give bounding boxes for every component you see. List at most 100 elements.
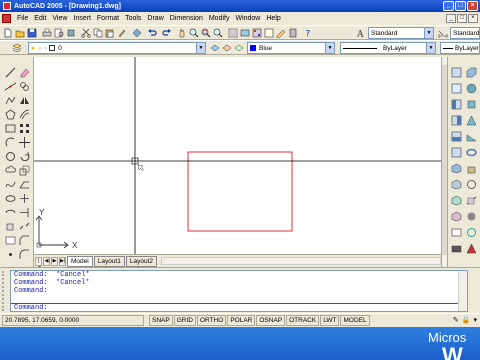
chevron-down-icon[interactable]: ▼ (426, 43, 435, 53)
tab-next-button[interactable]: ▶ (51, 256, 58, 266)
drawn-rectangle[interactable] (187, 151, 293, 232)
layer-manager-icon[interactable] (12, 43, 22, 53)
offset-icon[interactable] (19, 109, 30, 120)
trim-icon[interactable] (19, 193, 30, 204)
polygon-icon[interactable] (5, 109, 16, 120)
view-top-icon[interactable] (451, 67, 462, 78)
line-icon[interactable] (5, 67, 16, 78)
undo-icon[interactable] (147, 28, 157, 38)
tab-layout1[interactable]: Layout1 (93, 255, 125, 267)
status-menu-icon[interactable]: ▾ (473, 316, 477, 324)
print-icon[interactable] (42, 28, 52, 38)
tab-layout2[interactable]: Layout2 (125, 255, 157, 267)
revolve-icon[interactable] (466, 179, 477, 190)
sphere-icon[interactable] (466, 83, 477, 94)
menu-file[interactable]: File (14, 15, 31, 22)
menu-window[interactable]: Window (232, 15, 263, 22)
menu-view[interactable]: View (49, 15, 70, 22)
communication-center-icon[interactable]: ✎ (453, 316, 459, 324)
copy-icon[interactable] (93, 28, 103, 38)
model-toggle[interactable]: MODEL (340, 315, 370, 326)
minimize-button[interactable]: _ (443, 1, 454, 11)
zoom-realtime-icon[interactable] (189, 28, 199, 38)
command-scrollbar[interactable] (458, 271, 467, 311)
layer-previous-icon[interactable] (222, 43, 232, 53)
slice-icon[interactable] (466, 195, 477, 206)
view-back-icon[interactable] (451, 147, 462, 158)
rectangle-icon[interactable] (5, 123, 16, 134)
paste-icon[interactable] (105, 28, 115, 38)
dim-style-icon[interactable] (438, 28, 448, 38)
horizontal-scrollbar[interactable] (161, 257, 441, 265)
chevron-down-icon[interactable]: ▼ (196, 43, 205, 53)
plot-preview-icon[interactable] (54, 28, 64, 38)
point-icon[interactable] (5, 249, 16, 260)
layer-states-icon[interactable] (234, 43, 244, 53)
document-icon[interactable] (2, 14, 11, 23)
view-sw-iso-icon[interactable] (451, 163, 462, 174)
command-window-grip[interactable] (2, 271, 8, 311)
shade-icon[interactable] (466, 211, 477, 222)
view-right-icon[interactable] (451, 115, 462, 126)
text-style-icon[interactable]: A (356, 28, 366, 38)
orbit-icon[interactable] (466, 227, 477, 238)
doc-restore-button[interactable]: □ (457, 14, 467, 23)
design-center-icon[interactable] (240, 28, 250, 38)
circle-icon[interactable] (5, 151, 16, 162)
chamfer-icon[interactable] (19, 235, 30, 246)
chevron-down-icon[interactable]: ▼ (424, 28, 433, 38)
copy-object-icon[interactable] (19, 81, 30, 92)
tab-last-button[interactable]: ▶| (59, 256, 66, 266)
cone-icon[interactable] (466, 115, 477, 126)
coordinates-display[interactable]: 20.7895, 17.0659, 0.0000 (2, 315, 144, 326)
linetype-dropdown[interactable]: ByLayer ▼ (340, 42, 436, 54)
break-icon[interactable] (19, 221, 30, 232)
render-icon[interactable] (466, 243, 477, 254)
named-views-icon[interactable] (451, 227, 462, 238)
new-icon[interactable] (3, 28, 13, 38)
view-bottom-icon[interactable] (451, 83, 462, 94)
menu-draw[interactable]: Draw (144, 15, 166, 22)
tool-palettes-icon[interactable] (252, 28, 262, 38)
lineweight-dropdown[interactable]: ByLayer (440, 42, 480, 54)
view-se-iso-icon[interactable] (451, 179, 462, 190)
markup-icon[interactable] (276, 28, 286, 38)
insert-block-icon[interactable] (5, 221, 16, 232)
otrack-toggle[interactable]: OTRACK (286, 315, 320, 326)
tab-model[interactable]: Model (67, 255, 93, 267)
lwt-toggle[interactable]: LWT (320, 315, 340, 326)
toolbar-lock-icon[interactable]: 🔒 (462, 316, 471, 324)
move-icon[interactable] (19, 137, 30, 148)
zoom-window-icon[interactable] (201, 28, 211, 38)
mirror-icon[interactable] (19, 95, 30, 106)
revision-cloud-icon[interactable] (5, 165, 16, 176)
extrude-icon[interactable] (466, 163, 477, 174)
cut-icon[interactable] (81, 28, 91, 38)
match-properties-icon[interactable] (117, 28, 127, 38)
erase-icon[interactable] (19, 67, 30, 78)
view-ne-iso-icon[interactable] (451, 195, 462, 206)
arc-icon[interactable] (5, 137, 16, 148)
camera-icon[interactable] (451, 243, 462, 254)
scale-icon[interactable] (19, 165, 30, 176)
make-block-icon[interactable] (5, 235, 16, 246)
grid-toggle[interactable]: GRID (173, 315, 196, 326)
snap-toggle[interactable]: SNAP (149, 315, 173, 326)
help-icon[interactable]: ? (303, 28, 313, 39)
array-icon[interactable] (19, 123, 30, 134)
menu-dimension[interactable]: Dimension (167, 15, 206, 22)
menu-help[interactable]: Help (263, 15, 283, 22)
properties-icon[interactable] (228, 28, 238, 38)
view-nw-iso-icon[interactable] (451, 211, 462, 222)
ortho-toggle[interactable]: ORTHO (196, 315, 227, 326)
drawing-area[interactable]: Y X (34, 57, 441, 254)
menu-edit[interactable]: Edit (31, 15, 49, 22)
menu-format[interactable]: Format (94, 15, 122, 22)
view-front-icon[interactable] (451, 131, 462, 142)
sheet-set-icon[interactable] (264, 28, 274, 38)
block-editor-icon[interactable] (132, 28, 142, 38)
command-history[interactable]: Command: *Cancel* Command: *Cancel* Comm… (10, 270, 468, 312)
polyline-icon[interactable] (5, 95, 16, 106)
polar-toggle[interactable]: POLAR (227, 315, 256, 326)
pan-icon[interactable] (177, 28, 187, 38)
